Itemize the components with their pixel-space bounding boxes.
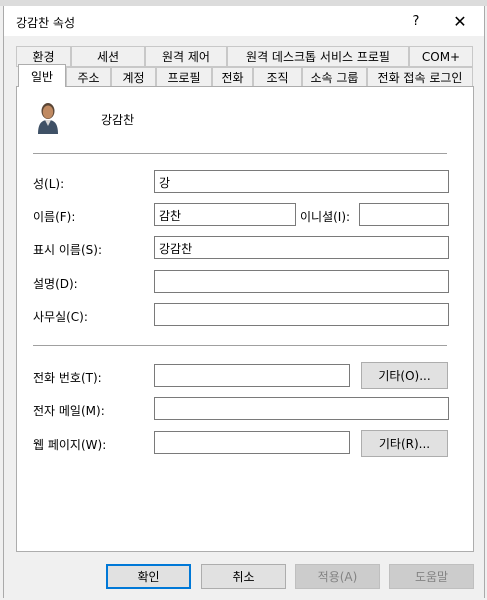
display-name-label: 표시 이름(S): [33,243,102,257]
webpage-label: 웹 페이지(W): [33,438,107,452]
description-field[interactable] [154,270,449,293]
title-bar[interactable]: 강감찬 속성 ? ✕ [4,6,484,36]
separator [33,153,447,154]
description-label: 설명(D): [33,277,78,291]
email-field[interactable] [154,397,449,420]
apply-button[interactable]: 적용(A) [295,564,380,589]
initials-label: 이니셜(I): [300,210,351,224]
tab-account[interactable]: 계정 [111,67,156,87]
tab-rds-profile[interactable]: 원격 데스크톱 서비스 프로필 [227,46,409,66]
cancel-button[interactable]: 취소 [201,564,286,589]
tab-telephones[interactable]: 전화 [212,67,253,87]
last-name-label: 성(L): [33,177,65,191]
tab-dial-in[interactable]: 전화 접속 로그인 [367,67,473,87]
tab-sessions[interactable]: 세션 [71,46,145,66]
email-label: 전자 메일(M): [33,404,105,418]
user-icon [38,103,58,134]
tab-remote-control[interactable]: 원격 제어 [145,46,227,66]
separator [33,345,447,346]
first-name-field[interactable]: 감찬 [154,203,296,226]
help-icon[interactable]: ? [396,6,436,36]
tab-environment[interactable]: 환경 [16,46,71,66]
webpage-field[interactable] [154,431,350,454]
initials-field[interactable] [359,203,449,226]
tab-address[interactable]: 주소 [66,67,111,87]
ok-button[interactable]: 확인 [106,564,191,589]
office-label: 사무실(C): [33,310,88,324]
window-title: 강감찬 속성 [16,16,76,30]
tab-profile[interactable]: 프로필 [156,67,212,87]
user-display-name: 강감찬 [101,113,135,127]
webpage-other-button[interactable]: 기타(R)... [361,430,448,457]
phone-other-button[interactable]: 기타(O)... [361,362,448,389]
help-button[interactable]: 도움말 [389,564,474,589]
close-icon[interactable]: ✕ [440,6,480,36]
tab-general[interactable]: 일반 [18,64,66,87]
first-name-label: 이름(F): [33,210,76,224]
general-tab-panel: 강감찬 성(L): 강 이름(F): 감찬 이니셜(I): 표시 이름(S): … [16,86,474,552]
tab-organization[interactable]: 조직 [253,67,302,87]
last-name-field[interactable]: 강 [154,170,449,193]
display-name-field[interactable]: 강감찬 [154,236,449,259]
tab-com-plus[interactable]: COM+ [409,46,473,66]
phone-label: 전화 번호(T): [33,371,102,385]
phone-field[interactable] [154,364,350,387]
properties-dialog: 강감찬 속성 ? ✕ 환경 세션 원격 제어 원격 데스크톱 서비스 프로필 C… [0,0,487,600]
tab-member-of[interactable]: 소속 그룹 [302,67,367,87]
office-field[interactable] [154,303,449,326]
